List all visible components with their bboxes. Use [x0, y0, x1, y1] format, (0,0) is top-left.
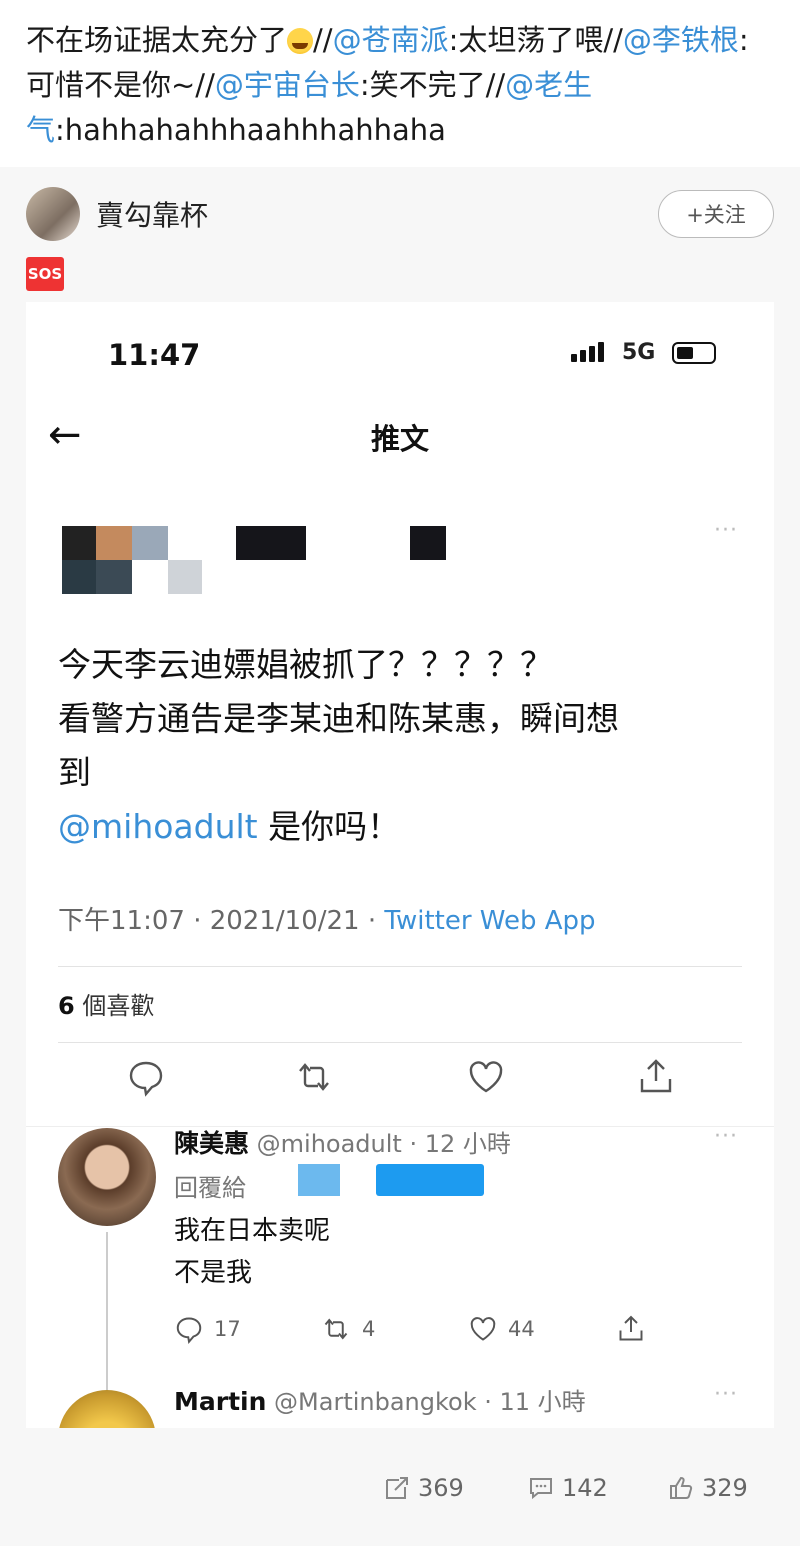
repost-icon — [386, 1477, 408, 1499]
reply-comment-count: 17 — [214, 1317, 241, 1341]
more-options-icon: ··· — [714, 1124, 738, 1149]
comment-icon — [176, 1317, 202, 1344]
thumbs-up-icon — [670, 1476, 693, 1499]
mention-link[interactable]: @宇宙台长 — [215, 68, 360, 102]
retweet-icon — [324, 1318, 348, 1340]
next-reply-handle: @Martinbangkok · 11 小時 — [266, 1388, 586, 1416]
reply-text: 我在日本卖呢 不是我 — [174, 1210, 330, 1294]
laughing-crying-emoji-icon — [287, 28, 314, 54]
tweet-timestamp: 下午11:07 · 2021/10/21 · — [58, 906, 385, 936]
tweet-line: 是你吗！ — [257, 807, 401, 846]
phone-status-bar: 11:47 5G — [26, 302, 774, 402]
reply-comment-stat: 17 — [174, 1314, 241, 1344]
embedded-screenshot[interactable]: 11:47 5G ← 推文 ··· 今天李云迪嫖娼被抓了？？？？？ 看警方通告是… — [26, 302, 774, 1438]
share-icon — [636, 1057, 676, 1097]
tweet-actions — [26, 1057, 774, 1117]
like-icon — [466, 1057, 506, 1097]
page-title: 推文 — [370, 422, 429, 456]
tweet-line: 看警方通告是李某迪和陈某惠，瞬间想 — [58, 699, 619, 738]
twitter-nav-bar: ← 推文 — [26, 402, 774, 468]
original-post-card: 賣勾靠杯 +关注 SOS 11:47 5G ← 推文 ··· 今天李云迪嫖娼被抓… — [0, 167, 800, 1525]
tweet-metadata: 下午11:07 · 2021/10/21 · Twitter Web App — [58, 900, 596, 937]
reply-line: 我在日本卖呢 — [174, 1216, 331, 1246]
comment-count: 142 — [562, 1474, 608, 1502]
signal-icon — [571, 342, 604, 362]
likes-label: 個喜歡 — [74, 992, 155, 1020]
reply-like-count: 44 — [508, 1317, 535, 1341]
repost-text-part: :太坦荡了喂// — [448, 23, 623, 57]
reply-handle: @mihoadult · 12 小時 — [249, 1130, 511, 1158]
next-reply-author-name: Martin — [174, 1387, 267, 1416]
more-options-icon: ··· — [714, 1382, 738, 1407]
follow-button[interactable]: +关注 — [658, 190, 774, 238]
comment-icon — [530, 1478, 552, 1500]
censored-mention — [298, 1164, 340, 1196]
censored-mention — [376, 1164, 484, 1196]
reply-author-name: 陳美惠 — [174, 1129, 250, 1158]
sos-emoji-icon: SOS — [26, 257, 64, 291]
share-icon — [619, 1315, 643, 1341]
tweet-line: 到 — [58, 753, 91, 792]
comment-button[interactable]: 142 — [528, 1474, 608, 1502]
tweet-line: 今天李云迪嫖娼被抓了？？？？？ — [58, 645, 553, 684]
divider — [58, 1042, 742, 1043]
reply-avatar — [58, 1128, 156, 1226]
reply-retweet-count: 4 — [362, 1317, 376, 1341]
repost-text-part: :hahhahahhhaahhhahhaha — [55, 113, 446, 147]
comment-icon — [126, 1057, 166, 1097]
repost-text: 不在场证据太充分了//@苍南派:太坦荡了喂//@李铁根:可惜不是你~//@宇宙台… — [0, 0, 800, 167]
reply-to-label: 回覆給 — [174, 1174, 246, 1202]
mention-link: @mihoadult — [58, 807, 258, 846]
reply-share — [616, 1314, 646, 1344]
author-username[interactable]: 賣勾靠杯 — [96, 194, 658, 234]
status-time: 11:47 — [108, 338, 201, 372]
mention-link[interactable]: @李铁根 — [623, 23, 739, 57]
likes-count: 6 個喜歡 — [58, 986, 154, 1021]
repost-button[interactable]: 369 — [384, 1474, 464, 1502]
next-reply-header: Martin @Martinbangkok · 11 小時 — [174, 1382, 586, 1417]
like-count: 329 — [702, 1474, 748, 1502]
like-icon — [470, 1317, 496, 1341]
reply-header: 陳美惠 @mihoadult · 12 小時 — [174, 1124, 511, 1160]
network-label: 5G — [622, 340, 656, 365]
likes-number: 6 — [58, 992, 75, 1020]
thread-line — [106, 1232, 108, 1402]
tweet-text: 今天李云迪嫖娼被抓了？？？？？ 看警方通告是李某迪和陈某惠，瞬间想 到 @mih… — [58, 638, 748, 854]
repost-count: 369 — [418, 1474, 464, 1502]
repost-text-part: :笑不完了// — [359, 68, 506, 102]
reply-line: 不是我 — [174, 1258, 253, 1288]
like-button[interactable]: 329 — [668, 1474, 748, 1502]
reply-retweet-stat: 4 — [320, 1314, 375, 1344]
mention-link[interactable]: @苍南派 — [333, 23, 449, 57]
post-footer: 369 142 329 — [0, 1428, 800, 1546]
author-avatar[interactable] — [26, 187, 80, 241]
more-options-icon: ··· — [714, 518, 738, 543]
post-author-row: 賣勾靠杯 +关注 — [26, 185, 774, 243]
reply-to-line: 回覆給 — [174, 1168, 246, 1203]
battery-icon — [672, 342, 716, 364]
divider — [58, 966, 742, 967]
tweet-source: Twitter Web App — [384, 906, 596, 936]
reply-like-stat: 44 — [468, 1314, 535, 1344]
retweet-icon — [294, 1057, 334, 1097]
repost-text-part1: 不在场证据太充分了 — [26, 23, 288, 57]
repost-separator: // — [313, 23, 333, 57]
